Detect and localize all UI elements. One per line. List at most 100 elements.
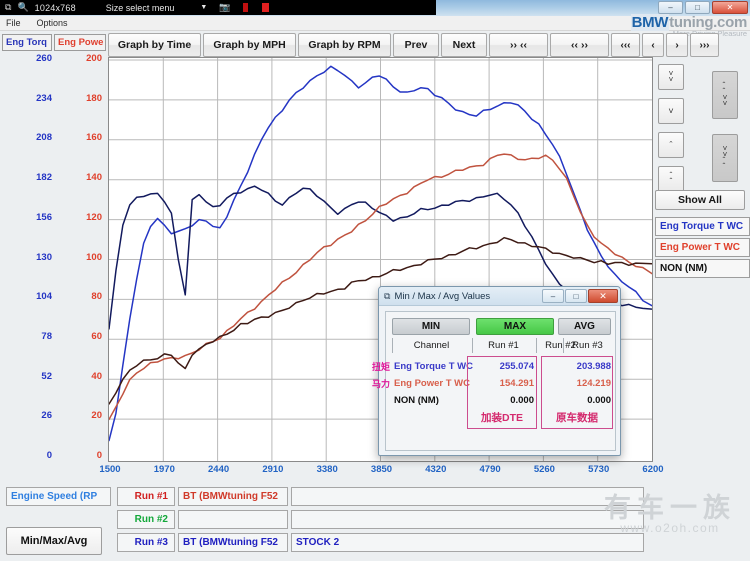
axis-tick: 60 — [91, 330, 102, 342]
axis-tick: 20 — [91, 410, 102, 422]
min-max-avg-dialog[interactable]: ⧉ Min / Max / Avg Values – □ ✕ MIN MAX A… — [372, 286, 621, 456]
axis-tick: 80 — [91, 291, 102, 303]
caret-down-icon[interactable]: ▼ — [200, 4, 207, 11]
axis-tick: 182 — [36, 172, 52, 184]
run1-description[interactable]: BT (BMWtuning F52 — [178, 487, 288, 506]
dialog-channel-torque: Eng Torque T WC — [394, 361, 473, 372]
axis-tick: 40 — [91, 370, 102, 382]
axis-tick: 208 — [36, 132, 52, 144]
y-axis-torque-ticks: 260 234 208 182 156 130 104 78 52 26 0 — [0, 53, 52, 462]
x-axis-rpm-ticks: 1500 1970 2440 2910 3380 3850 4320 4790 5260 5730… — [99, 464, 668, 478]
axis-tick: 5730 — [588, 464, 610, 475]
run2-description[interactable] — [178, 510, 288, 529]
scroll-left-button[interactable]: ‹ — [642, 33, 664, 57]
toolbar: Graph by Time Graph by MPH Graph by RPM … — [108, 33, 719, 57]
dialog-window-icon: ⧉ — [384, 290, 391, 301]
show-all-button[interactable]: Show All — [655, 190, 745, 210]
window-controls: – □ ✕ — [658, 1, 748, 14]
min-button[interactable]: MIN — [392, 318, 470, 335]
axis-tick: 234 — [36, 92, 52, 104]
axis-tick: 140 — [86, 172, 102, 184]
channel-eng-torque[interactable]: Eng Torque T WC — [655, 217, 750, 236]
axis-header-power[interactable]: Eng Powe — [54, 34, 106, 51]
axis-tick: 4790 — [479, 464, 501, 475]
axis-tick: 0 — [96, 450, 102, 461]
run3-extra[interactable]: STOCK 2 — [291, 533, 644, 552]
screen-recorder-bar: ⧉ 🔍 1024x768 Size select menu ▼ 📷 — [0, 0, 436, 15]
dialog-minimize-button[interactable]: – — [542, 289, 564, 303]
size-select-menu[interactable]: Size select menu — [106, 3, 175, 13]
dialog-row-label-non: NON (NM) — [394, 394, 439, 407]
channel-non[interactable]: NON (NM) — [655, 259, 750, 278]
scroll-right-button[interactable]: › — [666, 33, 688, 57]
dialog-row-label-power: 马力 Eng Power T WC — [372, 377, 470, 390]
run2-label[interactable]: Run #2 — [117, 510, 175, 529]
cn-label-power: 马力 — [372, 379, 391, 389]
avg-button[interactable]: AVG — [558, 318, 611, 335]
axis-tick: 200 — [86, 53, 102, 64]
run1-label[interactable]: Run #1 — [117, 487, 175, 506]
axis-tick: 2440 — [208, 464, 230, 475]
axis-tick: 6200 — [642, 464, 664, 475]
menu-file[interactable]: File — [6, 18, 21, 28]
axis-tick: 3850 — [370, 464, 393, 475]
scroll-up-fast-button[interactable]: ˅ ˅ — [658, 64, 684, 90]
maximize-button[interactable]: □ — [685, 1, 710, 14]
next-button[interactable]: Next — [441, 33, 487, 57]
axis-tick: 130 — [36, 251, 52, 263]
scroll-start-button[interactable]: ‹‹‹ — [611, 33, 640, 57]
scroll-down-button[interactable]: ˆ — [658, 132, 684, 158]
axis-tick: 4320 — [425, 464, 447, 475]
scroll-down-fast-button[interactable]: ˆˆ — [658, 166, 684, 192]
zoom-out-button[interactable]: ‹‹ ›› — [550, 33, 609, 57]
dialog-title: Min / Max / Avg Values — [394, 290, 491, 302]
dialog-close-button[interactable]: ✕ — [588, 289, 618, 303]
scroll-end-button[interactable]: ››› — [690, 33, 719, 57]
graph-by-time-button[interactable]: Graph by Time — [108, 33, 201, 57]
minimize-button[interactable]: – — [658, 1, 683, 14]
axis-tick: 120 — [86, 211, 102, 223]
column-header-run1: Run #1 — [472, 338, 534, 353]
dyno-app-window: – □ ✕ ⧉ 🔍 1024x768 Size select menu ▼ 📷 … — [0, 0, 750, 561]
axis-tick: 0 — [46, 450, 52, 461]
close-button[interactable]: ✕ — [712, 1, 748, 14]
recorder-resolution: 1024x768 — [34, 2, 76, 13]
scroll-up-button[interactable]: ˅ — [658, 98, 684, 124]
graph-by-rpm-button[interactable]: Graph by RPM — [298, 33, 391, 57]
dialog-body: MIN MAX AVG Channel Run #1 Run #2 Run #3… — [372, 311, 616, 451]
run2-extra[interactable] — [291, 510, 644, 529]
window-icon[interactable]: ⧉ — [5, 3, 11, 12]
expand-vertical-button[interactable]: ˆ ˆ ˅ ˅ — [712, 71, 738, 119]
record-pause-icon[interactable] — [242, 3, 248, 12]
run-info-panel: Engine Speed (RP Run #1 Run #2 Run #3 BT… — [0, 482, 750, 561]
note-run1: 加装DTE — [481, 411, 523, 424]
run1-extra[interactable] — [291, 487, 644, 506]
menu-options[interactable]: Options — [37, 18, 68, 28]
axis-tick: 1500 — [99, 464, 121, 475]
column-header-run3: Run #3 — [563, 338, 611, 353]
axis-tick: 5260 — [533, 464, 555, 475]
graph-by-mph-button[interactable]: Graph by MPH — [203, 33, 296, 57]
axis-tick: 78 — [41, 330, 52, 342]
dialog-controls: – □ ✕ — [542, 289, 618, 303]
axis-header-torque[interactable]: Eng Torq — [2, 34, 52, 51]
prev-button[interactable]: Prev — [393, 33, 439, 57]
axis-tick: 160 — [86, 132, 102, 144]
run3-label[interactable]: Run #3 — [117, 533, 175, 552]
record-stop-icon[interactable] — [261, 3, 269, 12]
column-header-channel: Channel — [392, 338, 470, 353]
dialog-channel-non: NON (NM) — [394, 395, 439, 406]
dialog-maximize-button[interactable]: □ — [565, 289, 587, 303]
dialog-row-label-torque: 扭矩 Eng Torque T WC — [372, 360, 473, 373]
axis-tick: 100 — [86, 251, 102, 263]
shrink-vertical-button[interactable]: ˅ ˅ ˆ ˆ — [712, 134, 738, 182]
zoom-in-button[interactable]: ›› ‹‹ — [489, 33, 548, 57]
min-max-avg-button[interactable]: Min/Max/Avg — [6, 527, 102, 555]
channel-eng-power[interactable]: Eng Power T WC — [655, 238, 750, 257]
note-run3: 原车数据 — [556, 411, 598, 424]
max-button[interactable]: MAX — [476, 318, 554, 335]
search-icon[interactable]: 🔍 — [17, 3, 28, 12]
camera-icon[interactable]: 📷 — [219, 2, 230, 13]
run3-description[interactable]: BT (BMWtuning F52 — [178, 533, 288, 552]
engine-speed-field[interactable]: Engine Speed (RP — [6, 487, 111, 506]
